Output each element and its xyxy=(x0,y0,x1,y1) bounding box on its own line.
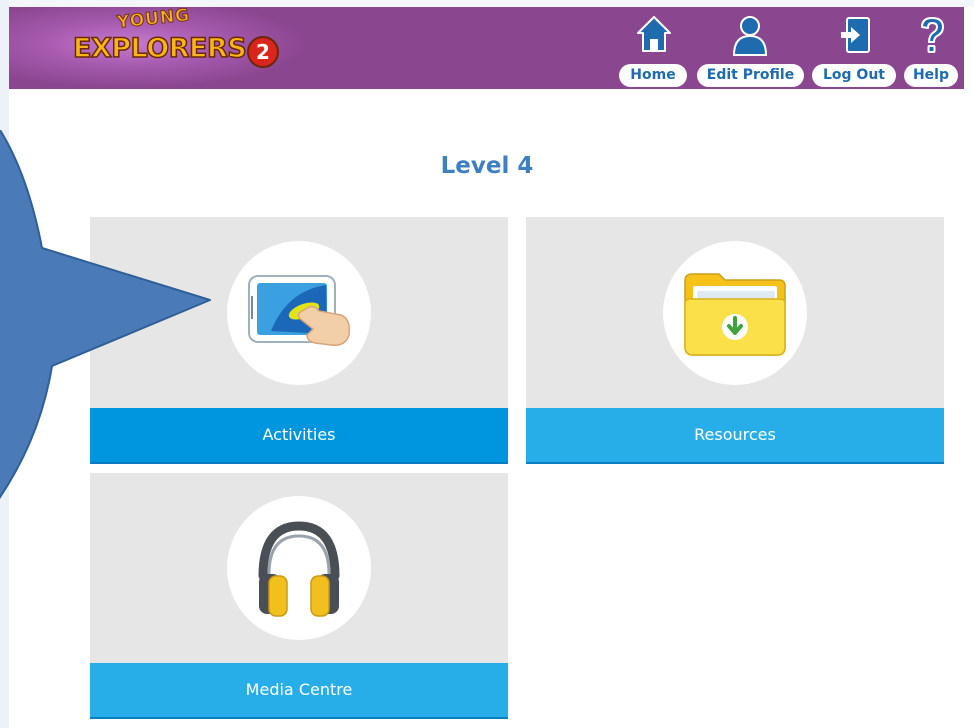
nav-edit-profile[interactable]: Edit Profile xyxy=(697,7,805,89)
help-button[interactable]: Help xyxy=(904,64,958,87)
resources-icon-circle xyxy=(663,241,807,385)
resources-label: Resources xyxy=(526,408,944,462)
headphones-icon xyxy=(258,521,340,617)
logout-icon xyxy=(841,17,870,53)
resources-tile[interactable]: Resources xyxy=(526,217,944,462)
frame-top xyxy=(0,0,974,7)
media-centre-label: Media Centre xyxy=(90,663,508,717)
log-out-button[interactable]: Log Out xyxy=(812,64,896,87)
help-icon xyxy=(921,17,944,53)
logo-explorers-text: EXPLORERS xyxy=(72,32,247,65)
callout-speech-bubble xyxy=(0,130,211,499)
home-button[interactable]: Home xyxy=(619,64,687,87)
media-centre-tile[interactable]: Media Centre xyxy=(90,473,508,717)
user-icon xyxy=(732,16,768,56)
nav-log-out[interactable]: Log Out xyxy=(812,7,898,89)
app-header: YOUNG EXPLORERS 2 Home Edit Profile Log … xyxy=(9,7,964,89)
folder-download-icon xyxy=(684,273,786,356)
nav-help[interactable]: Help xyxy=(904,7,960,89)
logo-number-badge: 2 xyxy=(247,36,279,68)
edit-profile-button[interactable]: Edit Profile xyxy=(697,64,804,87)
tablet-touch-icon xyxy=(248,275,351,347)
nav-home[interactable]: Home xyxy=(619,7,689,89)
media-centre-icon-circle xyxy=(227,496,371,640)
activities-icon-circle xyxy=(227,241,371,385)
home-icon xyxy=(637,16,671,52)
